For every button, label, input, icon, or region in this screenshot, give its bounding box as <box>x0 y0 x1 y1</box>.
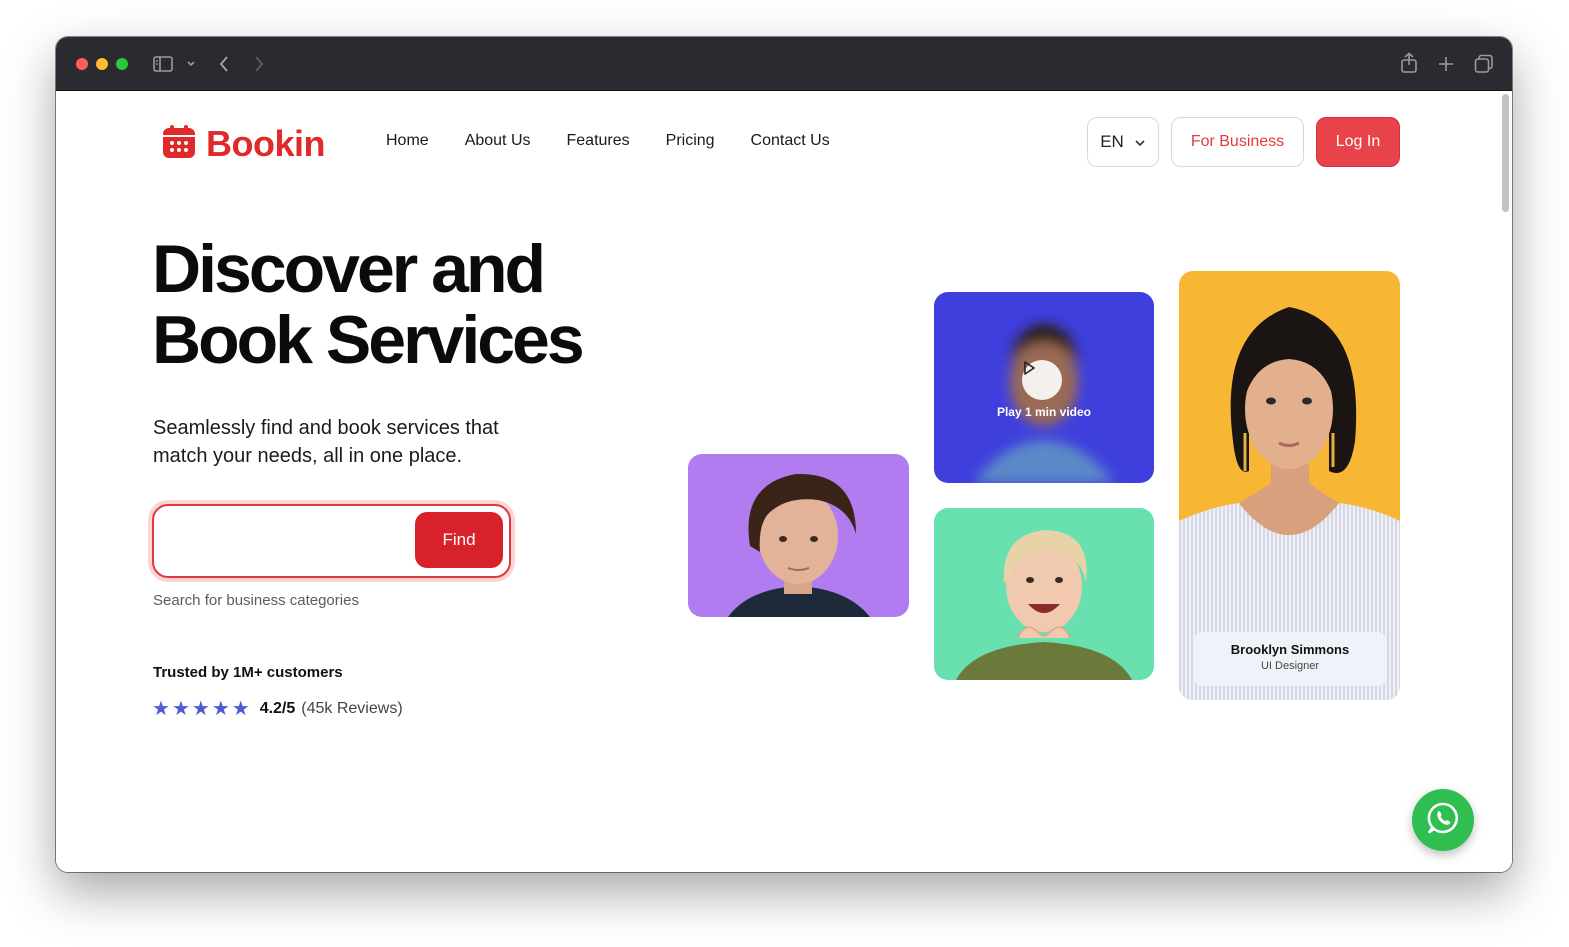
trusted-label: Trusted by 1M+ customers <box>153 664 343 681</box>
star-icon: ★ <box>152 698 170 720</box>
back-arrow-icon[interactable] <box>218 55 230 73</box>
person-card-green <box>934 508 1154 680</box>
nav-pricing[interactable]: Pricing <box>666 132 715 150</box>
login-button[interactable]: Log In <box>1316 117 1400 167</box>
profile-role: UI Designer <box>1260 660 1320 672</box>
hero-title: Discover and Book Services <box>152 234 712 376</box>
whatsapp-icon <box>1425 800 1461 841</box>
scrollbar-thumb[interactable] <box>1502 94 1509 212</box>
maximize-window-button[interactable] <box>116 58 128 70</box>
language-select[interactable]: EN <box>1087 117 1159 167</box>
person-portrait <box>728 473 870 617</box>
person-card-purple <box>688 454 909 617</box>
minimize-window-button[interactable] <box>96 58 108 70</box>
profile-badge: Brooklyn Simmons UI Designer <box>1193 632 1387 686</box>
nav-contact-us[interactable]: Contact Us <box>751 132 830 150</box>
hero-subtitle: Seamlessly find and book services that m… <box>153 417 499 467</box>
for-business-button[interactable]: For Business <box>1171 117 1304 167</box>
browser-window: Bookin Home About Us Features Pricing Co… <box>56 37 1512 872</box>
nav-home[interactable]: Home <box>386 132 429 150</box>
play-video-label: Play 1 min video <box>996 405 1092 419</box>
find-button[interactable]: Find <box>415 512 503 568</box>
main-nav: Home About Us Features Pricing Contact U… <box>386 132 830 150</box>
star-icon: ★ <box>191 698 210 720</box>
hero-title-line-1: Discover and <box>152 231 546 307</box>
language-label: EN <box>1100 132 1124 151</box>
video-card[interactable]: Play 1 min video <box>934 292 1154 483</box>
forward-arrow-icon[interactable] <box>253 55 265 73</box>
sidebar-icon[interactable] <box>153 56 173 72</box>
chevron-down-icon[interactable] <box>186 60 196 68</box>
search-box: Find <box>152 504 511 578</box>
search-hint: Search for business categories <box>153 592 359 609</box>
star-icon: ★ <box>171 698 190 720</box>
hero-title-line-2: Book Services <box>152 302 585 378</box>
plus-icon[interactable] <box>1437 55 1455 73</box>
browser-toolbar <box>56 37 1512 91</box>
share-icon[interactable] <box>1400 52 1418 74</box>
person-portrait <box>956 530 1132 680</box>
web-page: Bookin Home About Us Features Pricing Co… <box>56 91 1512 872</box>
whatsapp-button[interactable] <box>1412 789 1474 851</box>
play-button[interactable] <box>1022 360 1062 400</box>
brand-logo[interactable]: Bookin <box>162 123 326 165</box>
close-window-button[interactable] <box>76 58 88 70</box>
nav-features[interactable]: Features <box>567 132 630 150</box>
rating-reviews: (45k Reviews) <box>301 700 403 717</box>
profile-name: Brooklyn Simmons <box>1230 642 1350 657</box>
brand-name: Bookin <box>206 123 326 164</box>
chevron-down-icon <box>1134 132 1146 152</box>
page-scrollbar[interactable] <box>1498 91 1512 872</box>
star-icon: ★ <box>231 698 250 720</box>
tabs-icon[interactable] <box>1474 54 1494 74</box>
profile-card: Brooklyn Simmons UI Designer <box>1179 271 1400 700</box>
star-icon: ★ <box>211 698 230 720</box>
rating-row: ★ ★ ★ ★ ★ 4.2/5 (45k Reviews) <box>152 699 403 719</box>
calendar-logo-icon <box>162 124 196 164</box>
nav-about-us[interactable]: About Us <box>465 132 531 150</box>
search-input[interactable] <box>166 518 406 564</box>
rating-score: 4.2/5 <box>259 700 296 717</box>
